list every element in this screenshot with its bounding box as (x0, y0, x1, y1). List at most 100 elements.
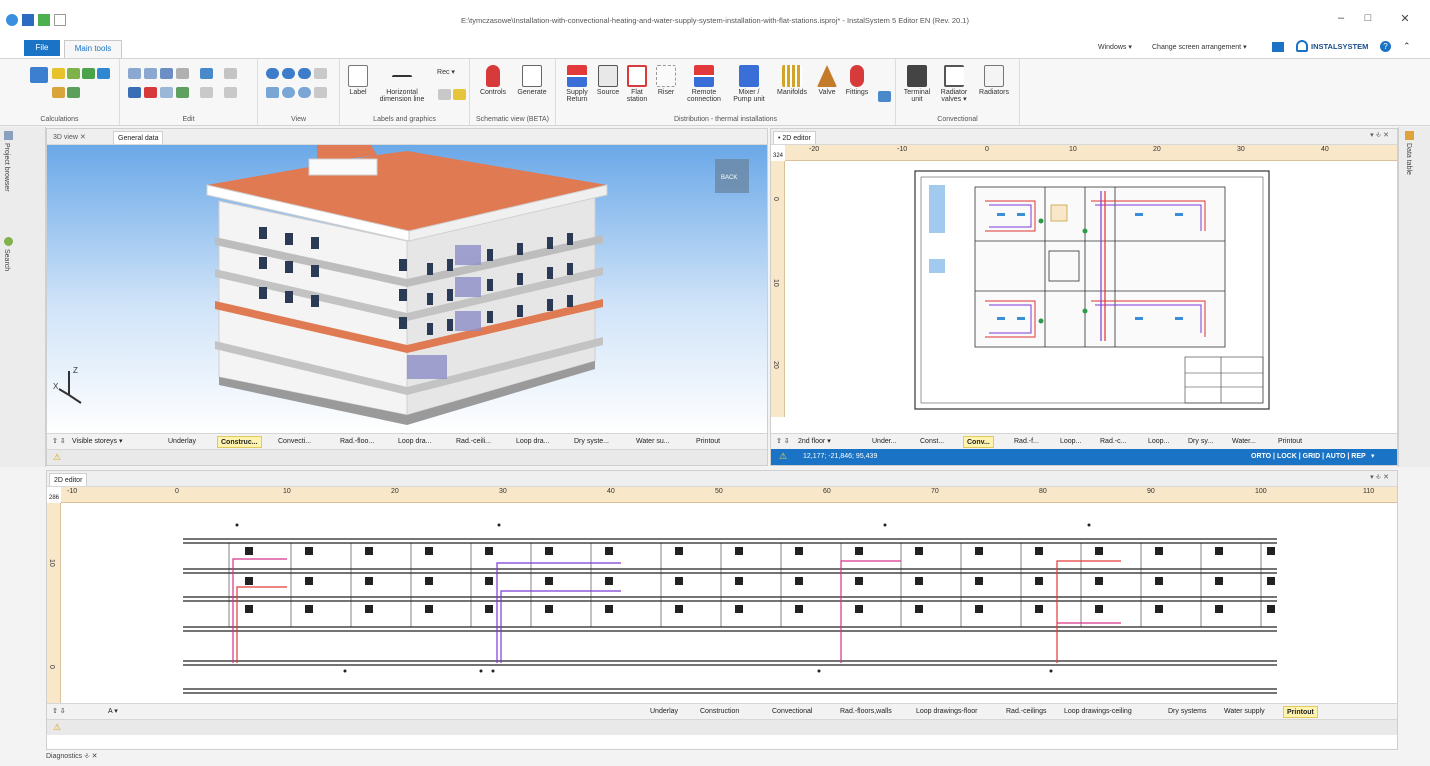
calculate-icon[interactable] (30, 67, 48, 83)
layer-water-supply[interactable]: Water... (1229, 436, 1259, 448)
scale-icon[interactable] (224, 87, 237, 98)
undo-icon[interactable] (160, 68, 173, 79)
layer-loop-drawings-ceiling[interactable]: Loop... (1145, 436, 1172, 448)
table-icon[interactable] (52, 87, 65, 98)
layer-rad-floors[interactable]: Rad.-f... (1011, 436, 1042, 448)
supply-return-button[interactable]: Supply Return (560, 65, 594, 103)
layer-loop-drawings-ceiling[interactable]: Loop drawings-ceiling (1061, 706, 1135, 718)
layout-icon[interactable] (1272, 42, 1284, 52)
section-selector[interactable]: A ▾ (105, 706, 165, 718)
tab-2d-editor[interactable]: • 2D editor (773, 131, 816, 144)
layer-underlay[interactable]: Underlay (647, 706, 681, 718)
collapse-ribbon-icon[interactable]: ⌃ (1403, 41, 1411, 52)
zoom-extents-icon[interactable] (282, 87, 295, 98)
array-icon[interactable] (176, 87, 189, 98)
rec-button[interactable]: Rec ▾ (432, 69, 460, 76)
layer-loop-drawings-floor[interactable]: Loop... (1057, 436, 1084, 448)
export-icon[interactable] (67, 87, 80, 98)
radiators-button[interactable]: Radiators (974, 65, 1014, 96)
layer-printout[interactable]: Printout (1275, 436, 1305, 448)
open-folder-icon[interactable] (38, 14, 50, 26)
remote-connection-button[interactable]: Remote connection (682, 65, 726, 103)
copy-icon[interactable] (128, 68, 141, 79)
layer-rad-ceilings[interactable]: Rad.-c... (1097, 436, 1129, 448)
mirror-icon[interactable] (160, 87, 173, 98)
zoom-in-icon[interactable] (266, 68, 279, 79)
layer-rad-ceilings[interactable]: Rad.-ceilings (1003, 706, 1049, 718)
layer-rad-floors-walls[interactable]: Rad.-floors,walls (837, 706, 895, 718)
windows-menu[interactable]: Windows ▾ (1098, 43, 1132, 51)
valve-button[interactable]: Valve (814, 65, 840, 96)
maximize-icon[interactable]: □ (1361, 12, 1375, 24)
layer-construction[interactable]: Const... (917, 436, 947, 448)
layer-rad-ceilings[interactable]: Rad.-ceili... (453, 436, 494, 448)
schematic-canvas[interactable] (61, 503, 1397, 703)
save-icon[interactable] (22, 14, 34, 26)
more-fittings-icon[interactable] (878, 91, 891, 102)
zoom-all-icon[interactable] (266, 87, 279, 98)
data-table-tab[interactable]: Data table (1405, 143, 1412, 175)
panel-controls-icon[interactable]: ▾ ⎀ ✕ (1370, 131, 1389, 140)
move-icon[interactable] (200, 68, 213, 79)
layer-printout[interactable]: Printout (693, 436, 723, 448)
riser-button[interactable]: Riser (654, 65, 678, 96)
3d-scene[interactable]: BACK Z X (47, 145, 767, 433)
layer-loop-drawings-ceiling[interactable]: Loop dra... (513, 436, 552, 448)
results-icon[interactable] (67, 68, 80, 79)
floor-selector[interactable]: 2nd floor ▾ (795, 436, 834, 448)
layer-underlay[interactable]: Underlay (165, 436, 199, 448)
warning-icon[interactable]: ⚠ (53, 722, 61, 733)
floor-plan-canvas[interactable] (785, 161, 1397, 417)
layer-dry-systems[interactable]: Dry syste... (571, 436, 612, 448)
generate-button[interactable]: Generate (512, 65, 552, 96)
tab-file[interactable]: File (24, 40, 60, 56)
snap-modes[interactable]: ORTO | LOCK | GRID | AUTO | REP (1251, 453, 1366, 460)
tab-2d-editor[interactable]: 2D editor (49, 473, 88, 486)
radiator-valves-button[interactable]: Radiator valves ▾ (936, 65, 972, 103)
view-mode-icon[interactable] (314, 68, 327, 79)
warning-icon[interactable]: ⚠ (779, 451, 787, 462)
layer-underlay[interactable]: Under... (869, 436, 900, 448)
cut-icon[interactable] (128, 87, 141, 98)
views-icon[interactable] (314, 87, 327, 98)
scroll-up-icon[interactable]: ⇧ ⇩ (49, 436, 69, 448)
layer-convectional[interactable]: Convectional (769, 706, 815, 718)
search-tab[interactable]: Search (3, 249, 10, 271)
align-icon[interactable] (224, 68, 237, 79)
manifolds-button[interactable]: Manifolds (772, 65, 812, 96)
diagnostics-tab[interactable]: Diagnostics ⎀ ✕ (46, 752, 98, 764)
layer-dry-systems[interactable]: Dry systems (1165, 706, 1210, 718)
label-button[interactable]: Label (344, 65, 372, 96)
layer-convectional[interactable]: Convecti... (275, 436, 314, 448)
tab-general-data[interactable]: General data (113, 131, 164, 144)
source-button[interactable]: Source (594, 65, 622, 96)
project-browser-icon[interactable] (4, 131, 13, 140)
grid-icon[interactable] (176, 68, 189, 79)
layer-loop-drawings-floor[interactable]: Loop dra... (395, 436, 434, 448)
new-document-icon[interactable] (54, 14, 66, 26)
horizontal-dimension-button[interactable]: Horizontal dimension line (372, 65, 432, 103)
layer-construction[interactable]: Construc... (217, 436, 262, 448)
panel-controls-icon[interactable]: ▾ ⎀ ✕ (1370, 473, 1389, 482)
warning-icon[interactable]: ⚠ (53, 452, 61, 463)
layer-visible-storeys[interactable]: Visible storeys ▾ (69, 436, 125, 448)
layer-water-supply[interactable]: Water su... (633, 436, 673, 448)
search-icon[interactable] (4, 237, 13, 246)
pan-icon[interactable] (298, 87, 311, 98)
zoom-window-icon[interactable] (298, 68, 311, 79)
fittings-button[interactable]: Fittings (842, 65, 872, 96)
layer-rad-floors[interactable]: Rad.-floo... (337, 436, 377, 448)
layer-printout[interactable]: Printout (1283, 706, 1318, 718)
layer-convectional[interactable]: Conv... (963, 436, 994, 448)
rotate-icon[interactable] (200, 87, 213, 98)
change-arrangement-menu[interactable]: Change screen arrangement ▾ (1152, 43, 1247, 51)
layer-water-supply[interactable]: Water supply (1221, 706, 1268, 718)
help-icon[interactable]: ? (1380, 41, 1391, 52)
line-style-icon[interactable] (438, 89, 451, 100)
paste-icon[interactable] (144, 68, 157, 79)
close-icon[interactable]: ✕ (1398, 12, 1412, 25)
tab-main-tools[interactable]: Main tools (64, 40, 122, 58)
scroll-up-icon[interactable]: ⇧ ⇩ (49, 706, 69, 718)
data-table-icon[interactable] (1405, 131, 1414, 140)
water-icon[interactable] (97, 68, 110, 79)
